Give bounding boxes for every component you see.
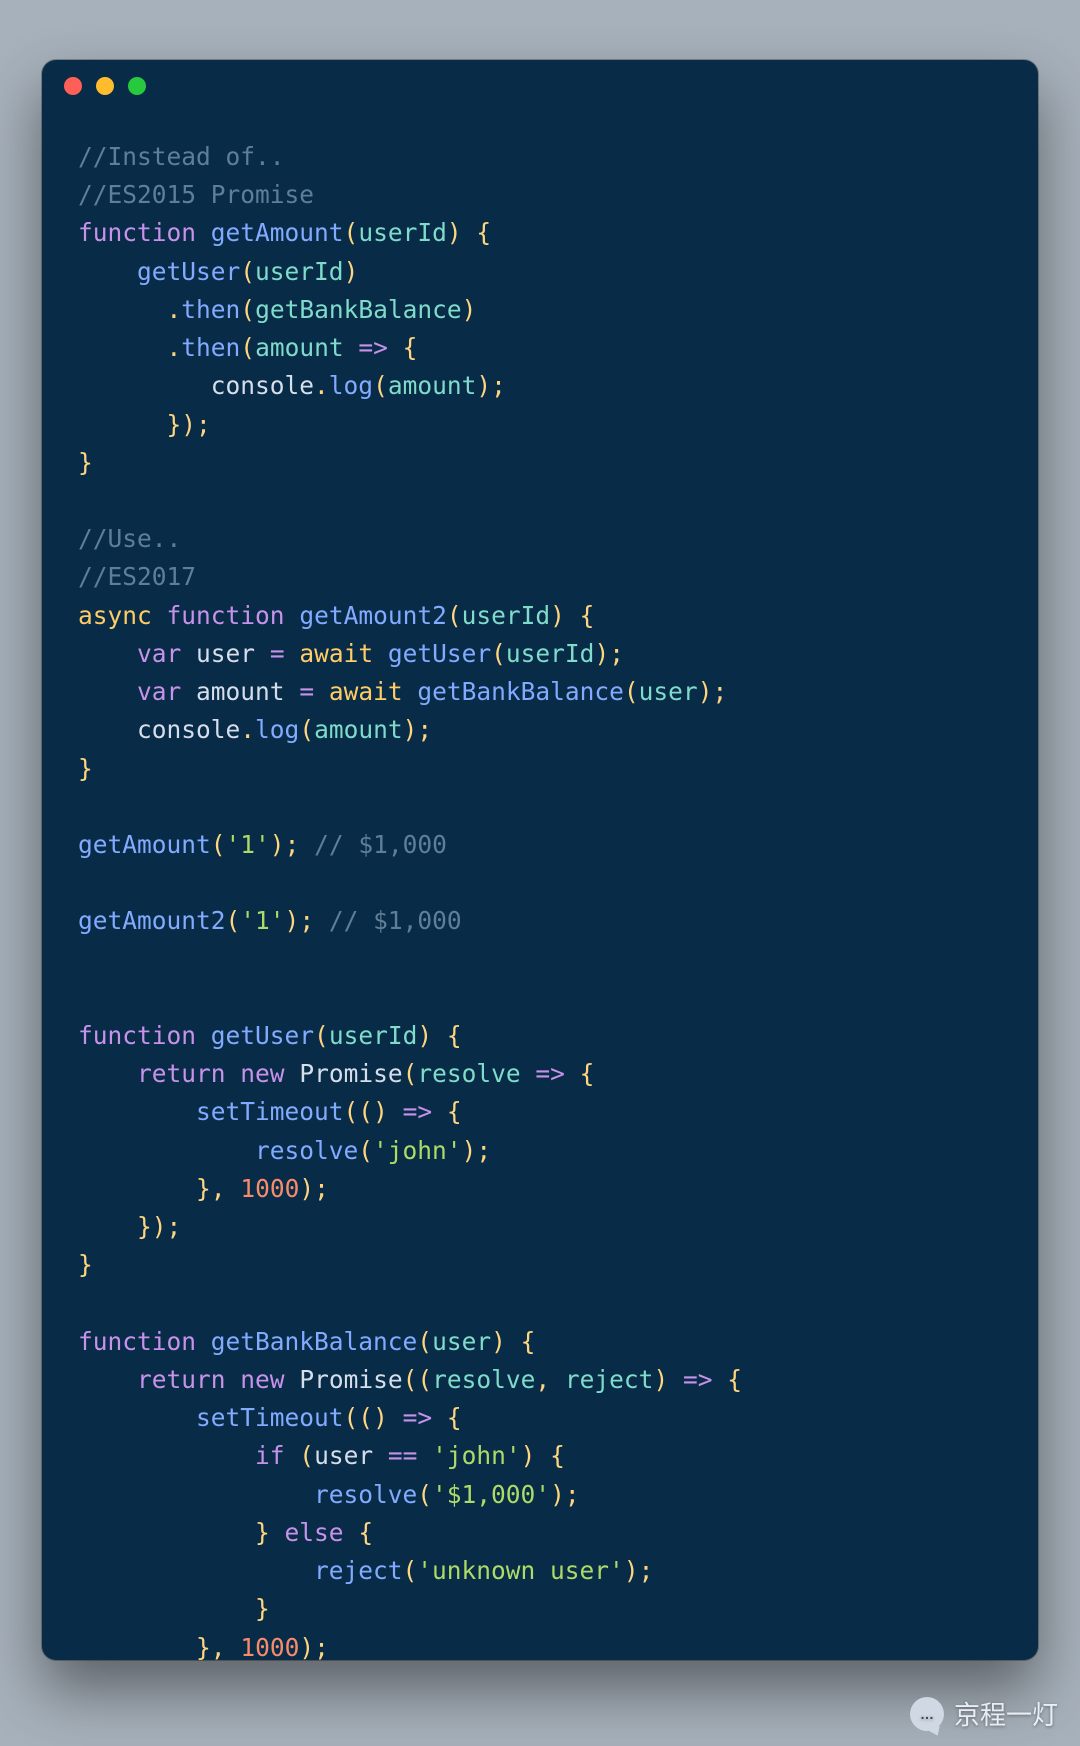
watermark: … 京程一灯 bbox=[910, 1695, 1058, 1732]
wechat-icon: … bbox=[910, 1697, 944, 1731]
code-window: //Instead of.. //ES2015 Promise function… bbox=[42, 60, 1038, 1660]
watermark-label: 京程一灯 bbox=[954, 1695, 1058, 1732]
close-icon[interactable] bbox=[64, 77, 82, 95]
zoom-icon[interactable] bbox=[128, 77, 146, 95]
window-titlebar bbox=[42, 60, 1038, 112]
minimize-icon[interactable] bbox=[96, 77, 114, 95]
code-block: //Instead of.. //ES2015 Promise function… bbox=[42, 112, 1038, 1660]
